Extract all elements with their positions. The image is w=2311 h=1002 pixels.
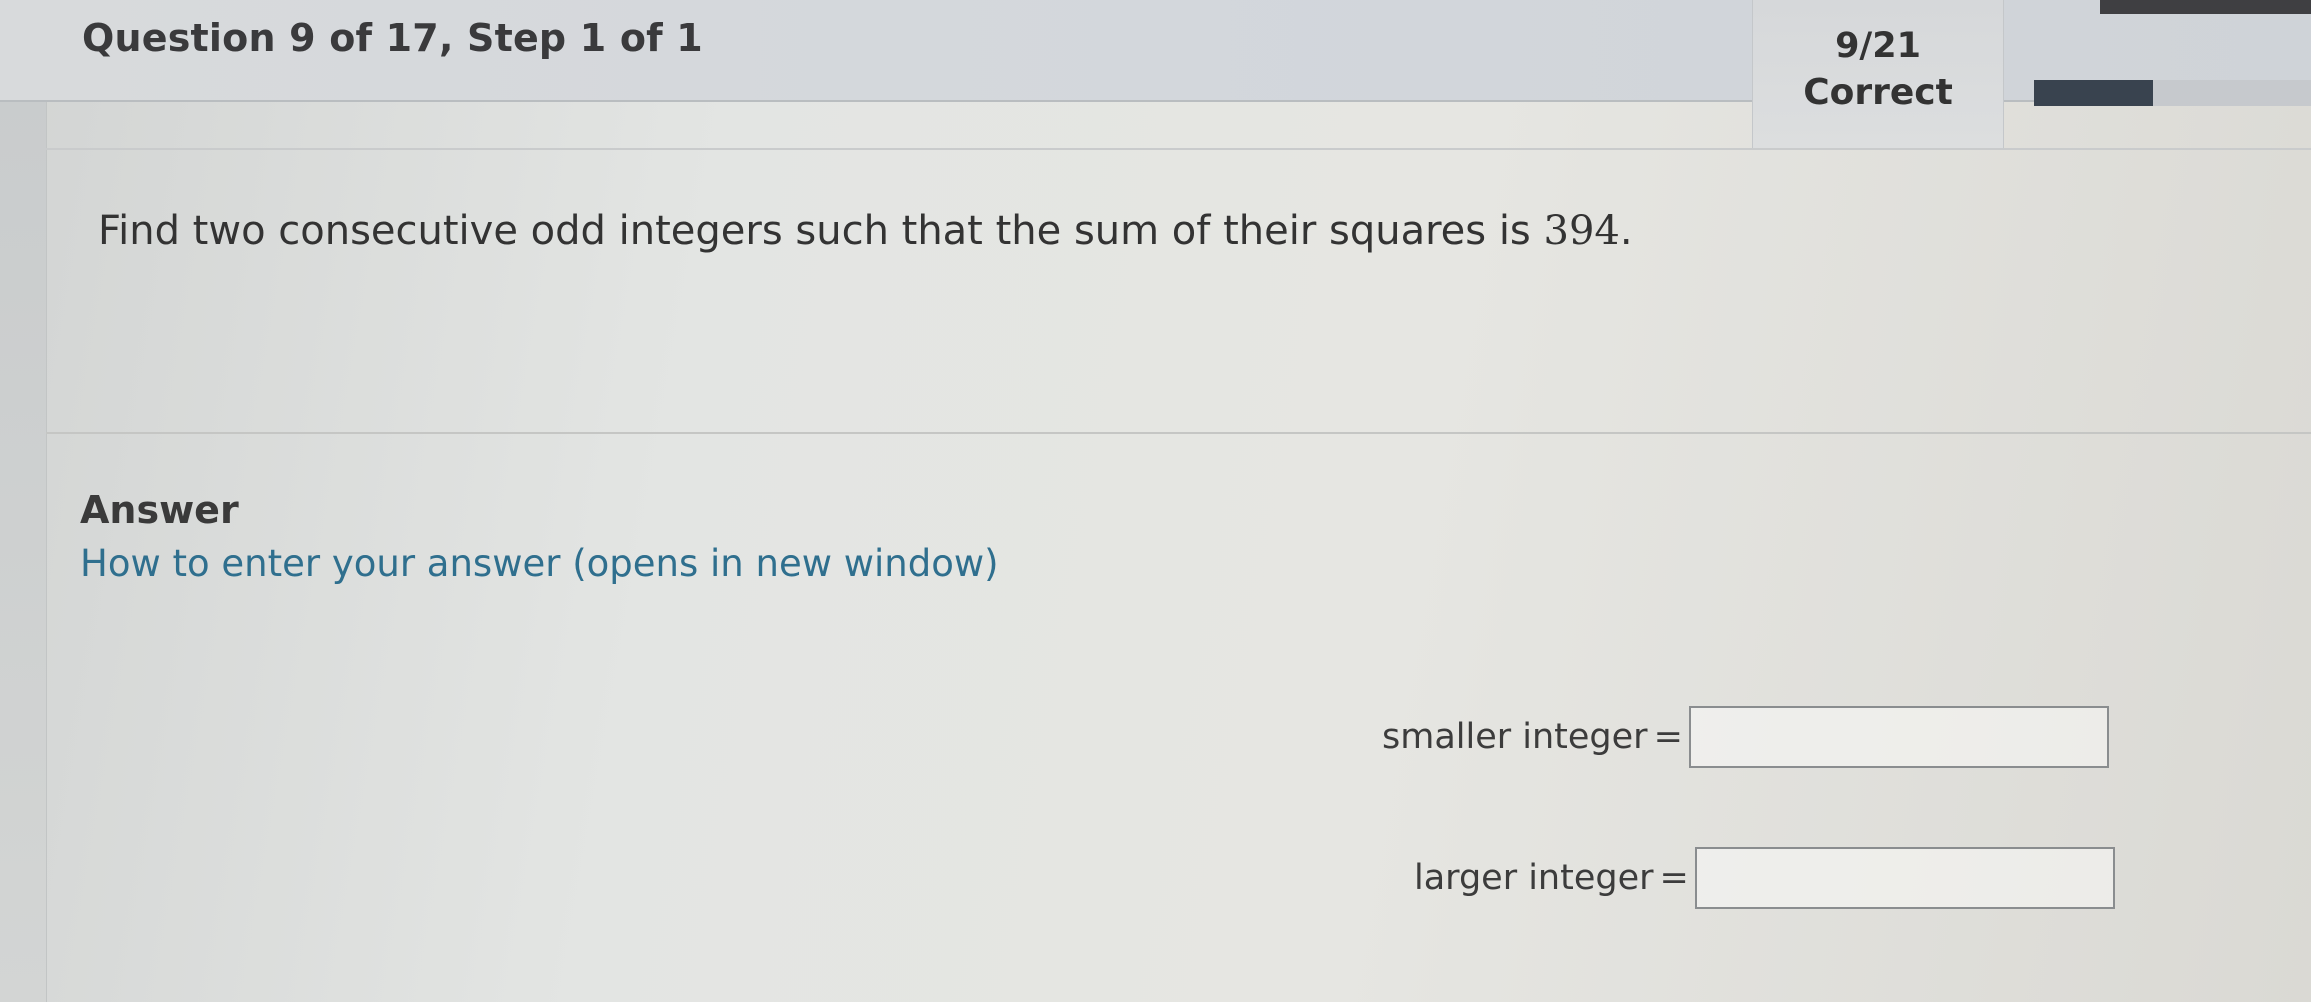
answer-heading: Answer [80, 488, 239, 532]
larger-integer-row: larger integer = [1414, 843, 2115, 913]
score-count: 9/21 [1835, 26, 1921, 66]
question-text-prefix: Find two consecutive odd integers such t… [98, 208, 1544, 254]
smaller-integer-row: smaller integer = [1382, 702, 2109, 772]
progress-bar [2034, 80, 2311, 106]
equals-sign: = [1659, 858, 1689, 898]
larger-integer-input[interactable] [1694, 847, 2115, 909]
larger-integer-label: larger integer [1414, 858, 1654, 898]
score-status: Correct [1803, 72, 1953, 113]
left-edge-strip [0, 0, 47, 1002]
question-target-number: 394 [1543, 208, 1620, 254]
question-step-title: Question 9 of 17, Step 1 of 1 [82, 16, 703, 60]
score-panel: 9/21 Correct [1752, 0, 2004, 148]
smaller-integer-input[interactable] [1688, 706, 2109, 768]
equals-sign: = [1653, 717, 1683, 757]
top-bar-segment [2100, 0, 2311, 14]
section-divider [46, 432, 2311, 434]
how-to-enter-answer-link[interactable]: How to enter your answer (opens in new w… [80, 542, 999, 585]
smaller-integer-label: smaller integer [1382, 717, 1648, 757]
question-text-suffix: . [1619, 208, 1633, 254]
progress-bar-fill [2034, 80, 2154, 106]
question-text: Find two consecutive odd integers such t… [98, 208, 1633, 254]
header-divider [46, 148, 2311, 150]
question-page: Question 9 of 17, Step 1 of 1 9/21 Corre… [0, 0, 2311, 1002]
